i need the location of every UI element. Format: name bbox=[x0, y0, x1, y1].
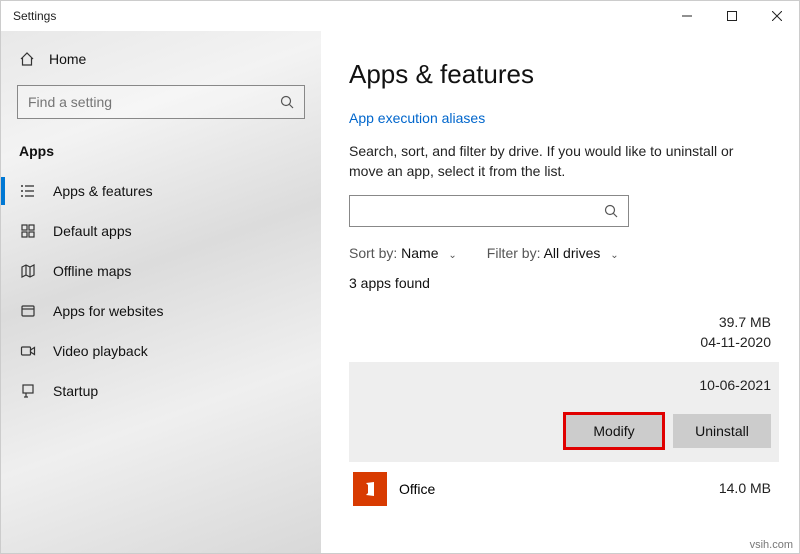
app-list-item[interactable]: Office 14.0 MB bbox=[349, 462, 779, 506]
sidebar-item-label: Apps & features bbox=[53, 183, 153, 199]
modify-button[interactable]: Modify bbox=[565, 414, 663, 448]
sidebar-item-label: Apps for websites bbox=[53, 303, 164, 319]
sidebar-item-label: Video playback bbox=[53, 343, 148, 359]
sort-by-dropdown[interactable]: Sort by: Name ⌄ bbox=[349, 245, 457, 261]
titlebar: Settings bbox=[1, 1, 799, 31]
sidebar-item-default-apps[interactable]: Default apps bbox=[1, 211, 321, 251]
watermark: vsih.com bbox=[750, 539, 793, 551]
video-icon bbox=[19, 343, 37, 359]
filter-by-dropdown[interactable]: Filter by: All drives ⌄ bbox=[487, 245, 619, 261]
search-icon bbox=[280, 95, 294, 109]
page-title: Apps & features bbox=[349, 59, 779, 90]
sidebar-item-offline-maps[interactable]: Offline maps bbox=[1, 251, 321, 291]
sidebar-item-label: Offline maps bbox=[53, 263, 131, 279]
window-title: Settings bbox=[13, 9, 56, 23]
office-icon bbox=[353, 472, 387, 506]
sidebar-item-apps-features[interactable]: Apps & features bbox=[1, 171, 321, 211]
app-size: 39.7 MB bbox=[700, 313, 771, 333]
app-date: 04-11-2020 bbox=[700, 333, 771, 353]
main-content: Apps & features App execution aliases Se… bbox=[321, 31, 799, 553]
sidebar: Home Apps Apps & features Default apps bbox=[1, 31, 321, 553]
chevron-down-icon: ⌄ bbox=[610, 250, 618, 261]
sidebar-section-label: Apps bbox=[1, 135, 321, 171]
link-icon bbox=[19, 303, 37, 319]
list-icon bbox=[19, 183, 37, 199]
search-icon bbox=[604, 204, 618, 218]
sidebar-item-label: Default apps bbox=[53, 223, 132, 239]
defaults-icon bbox=[19, 223, 37, 239]
sidebar-item-apps-for-websites[interactable]: Apps for websites bbox=[1, 291, 321, 331]
search-input[interactable] bbox=[17, 85, 305, 119]
sort-value: Name bbox=[401, 245, 438, 261]
app-list-item-selected[interactable]: 10-06-2021 Modify Uninstall bbox=[349, 362, 779, 462]
search-field[interactable] bbox=[28, 94, 254, 110]
chevron-down-icon: ⌄ bbox=[448, 250, 456, 261]
sidebar-home[interactable]: Home bbox=[1, 41, 321, 85]
maximize-button[interactable] bbox=[709, 1, 754, 31]
filter-label: Filter by: bbox=[487, 245, 541, 261]
filter-value: All drives bbox=[544, 245, 601, 261]
sidebar-home-label: Home bbox=[49, 51, 86, 67]
minimize-button[interactable] bbox=[664, 1, 709, 31]
uninstall-button[interactable]: Uninstall bbox=[673, 414, 771, 448]
app-execution-aliases-link[interactable]: App execution aliases bbox=[349, 110, 779, 126]
close-button[interactable] bbox=[754, 1, 799, 31]
startup-icon bbox=[19, 383, 37, 399]
app-date: 10-06-2021 bbox=[699, 376, 771, 396]
sidebar-item-video-playback[interactable]: Video playback bbox=[1, 331, 321, 371]
sort-label: Sort by: bbox=[349, 245, 397, 261]
app-list-item[interactable]: 39.7 MB 04-11-2020 bbox=[349, 309, 779, 362]
home-icon bbox=[19, 51, 35, 67]
sidebar-item-startup[interactable]: Startup bbox=[1, 371, 321, 411]
app-size: 14.0 MB bbox=[719, 479, 771, 499]
sidebar-item-label: Startup bbox=[53, 383, 98, 399]
app-name: Office bbox=[399, 481, 435, 497]
description-text: Search, sort, and filter by drive. If yo… bbox=[349, 142, 769, 181]
map-icon bbox=[19, 263, 37, 279]
app-search-input[interactable] bbox=[349, 195, 629, 227]
apps-found-count: 3 apps found bbox=[349, 275, 779, 291]
